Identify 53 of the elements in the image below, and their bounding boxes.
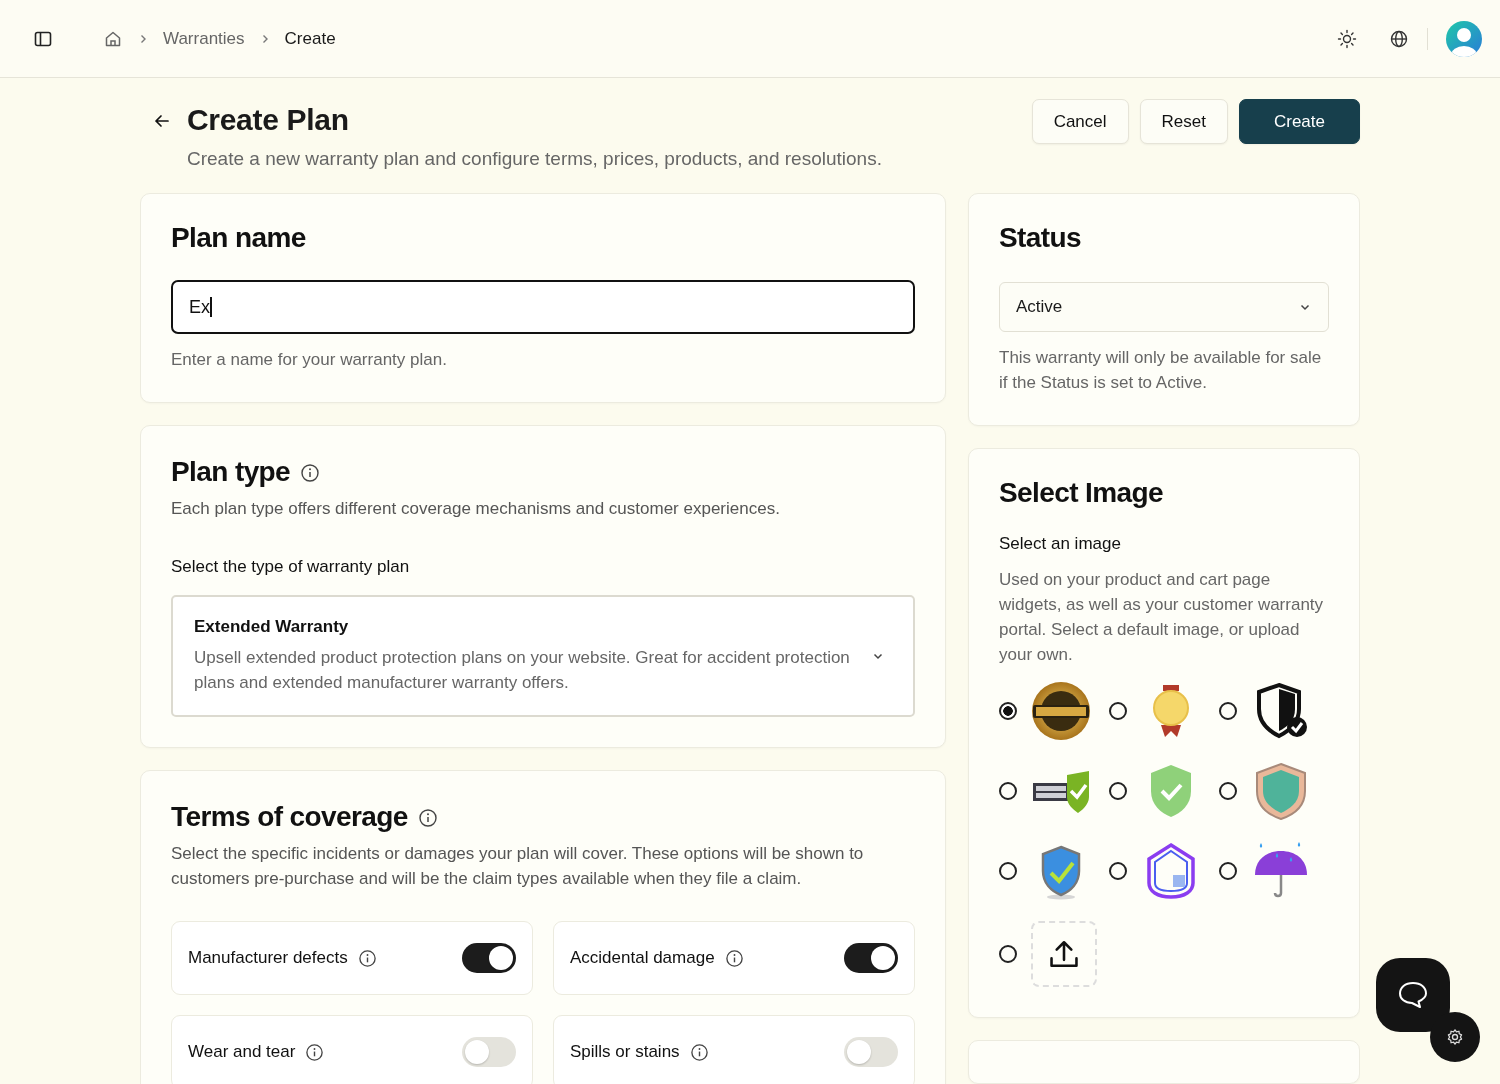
card-title: Terms of coverage bbox=[171, 801, 408, 833]
upload-button[interactable] bbox=[1031, 921, 1097, 987]
image-description: Used on your product and cart page widgets, as well as your customer warranty portal. Select a default image, or upload your own. bbox=[999, 569, 1325, 666]
radio-button[interactable] bbox=[1219, 702, 1237, 720]
action-button[interactable]: Reset bbox=[1139, 99, 1228, 144]
globe-icon[interactable] bbox=[1389, 28, 1409, 49]
radio-button[interactable] bbox=[999, 702, 1017, 720]
card-title: Plan type bbox=[171, 456, 291, 488]
field-hint: Enter a name for your warranty plan. bbox=[171, 349, 448, 371]
status-help-text: This warranty will only be available for sale if the Status is set to Active. bbox=[999, 347, 1323, 394]
radio-button[interactable] bbox=[1109, 702, 1127, 720]
page-subtitle: Create a new warranty plan and configure terms, prices, products, and resolutions. bbox=[187, 148, 882, 170]
info-icon[interactable] bbox=[305, 1042, 325, 1062]
info-icon[interactable] bbox=[300, 463, 321, 483]
option-label: Wear and tear bbox=[188, 1042, 296, 1062]
card-description: Each plan type offers different coverage mechanisms and customer experiences. bbox=[171, 498, 781, 520]
option-label: Manufacturer defects bbox=[188, 948, 348, 968]
back-arrow-icon[interactable] bbox=[153, 112, 171, 130]
chat-button[interactable] bbox=[1376, 958, 1450, 1032]
radio-button[interactable] bbox=[1219, 862, 1237, 880]
info-icon[interactable] bbox=[689, 1042, 709, 1062]
avatar[interactable] bbox=[1446, 20, 1482, 57]
create-button[interactable]: Create bbox=[1238, 99, 1360, 144]
info-icon[interactable] bbox=[724, 948, 744, 968]
toggle-switch[interactable] bbox=[844, 943, 898, 973]
info-icon[interactable] bbox=[417, 808, 438, 828]
option-label: Spills or stains bbox=[570, 1042, 680, 1062]
page-title: Create Plan bbox=[187, 103, 350, 137]
settings-icon bbox=[1446, 1028, 1464, 1046]
card-description: Select the specific incidents or damages your plan will cover. These options will be shown to customers pre-purchase and will be the claim types available when they file a claim. bbox=[171, 843, 865, 890]
radio-button[interactable] bbox=[1109, 782, 1127, 800]
breadcrumb-link[interactable]: Warranties bbox=[163, 28, 245, 49]
toggle-switch[interactable] bbox=[844, 1037, 898, 1067]
card-title: Plan name bbox=[171, 222, 307, 254]
status-dropdown[interactable]: Active bbox=[999, 282, 1329, 332]
card-title: Status bbox=[999, 222, 1082, 254]
radio-button[interactable] bbox=[1219, 782, 1237, 800]
plan-name-field[interactable]: Ex bbox=[171, 280, 915, 334]
field-label: Select an image bbox=[999, 534, 1122, 554]
plan-type-select[interactable]: Extended Warranty Upsell extended product protection plans on your website. Great for accident protection plans and extended manufacturer warranty offers. bbox=[171, 595, 915, 717]
toggle-switch[interactable] bbox=[462, 1037, 516, 1067]
option-label: Accidental damage bbox=[570, 948, 715, 968]
radio-button[interactable] bbox=[999, 945, 1017, 963]
card-title: Select Image bbox=[999, 477, 1164, 509]
seal-icon[interactable] bbox=[1031, 681, 1091, 741]
theme-toggle-icon[interactable] bbox=[1337, 28, 1357, 49]
radio-button[interactable] bbox=[999, 862, 1017, 880]
info-icon[interactable] bbox=[357, 948, 377, 968]
field-label: Select the type of warranty plan bbox=[171, 557, 411, 577]
radio-button[interactable] bbox=[1109, 862, 1127, 880]
toggle-switch[interactable] bbox=[462, 943, 516, 973]
action-button[interactable]: Cancel bbox=[1031, 99, 1129, 144]
radio-button[interactable] bbox=[999, 782, 1017, 800]
